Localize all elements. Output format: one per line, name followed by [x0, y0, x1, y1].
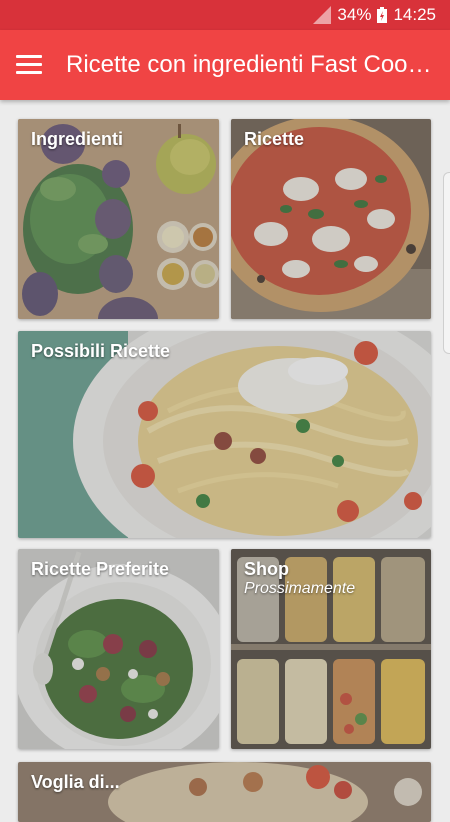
status-bar: 34% 14:25 [0, 0, 450, 30]
card-label: Possibili Ricette [31, 341, 171, 361]
clock: 14:25 [393, 5, 436, 24]
card-possibili-ricette[interactable]: Possibili Ricette [18, 331, 431, 538]
battery-icon [377, 7, 388, 23]
card-ingredienti[interactable]: Ingredienti [18, 119, 219, 319]
hamburger-menu-icon[interactable] [14, 51, 44, 79]
app-bar: Ricette con ingredienti Fast Cooking [0, 30, 450, 100]
card-label: Ingredienti [31, 129, 124, 149]
card-label: Voglia di... [31, 772, 120, 792]
card-voglia-di[interactable]: Voglia di... [18, 762, 431, 822]
card-ricette-preferite[interactable]: Ricette Preferite [18, 549, 219, 749]
card-label: Shop [244, 559, 289, 579]
signal-icon [313, 6, 332, 24]
scroll-edge-handle[interactable] [443, 172, 450, 354]
card-label: Ricette Preferite [31, 559, 170, 579]
card-sublabel: Prossimamente [244, 580, 356, 597]
app-title: Ricette con ingredienti Fast Cooking [66, 51, 440, 78]
card-ricette[interactable]: Ricette [231, 119, 431, 319]
battery-percent: 34% [337, 5, 372, 24]
card-shop[interactable]: Shop Prossimamente [231, 549, 431, 749]
card-label: Ricette [244, 129, 305, 149]
